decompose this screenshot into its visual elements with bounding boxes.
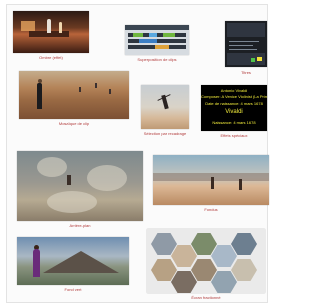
distant-figure: [95, 83, 97, 88]
timeline-clip: [149, 33, 157, 37]
timeline-track: [128, 39, 186, 43]
blur-spot: [37, 157, 67, 177]
hex-cell: [191, 259, 217, 281]
distant-figure: [109, 89, 111, 94]
credits-line: Composer: A Venice Violinist (La Primave…: [201, 94, 267, 99]
color-swatch: [257, 57, 262, 61]
person-figure: [33, 249, 40, 277]
thumbnail-split-screen[interactable]: [147, 229, 265, 293]
hex-cell: [151, 259, 177, 281]
thumbnail-credits[interactable]: Antonio Vivaldi Composer: A Venice Violi…: [201, 85, 267, 131]
timeline-clip: [139, 39, 157, 43]
thumbnail-blur[interactable]: [17, 151, 143, 221]
hex-cell: [231, 233, 257, 255]
credits-line: Antonio Vivaldi: [220, 88, 248, 93]
text-line: [229, 41, 259, 42]
text-line: [229, 45, 253, 46]
person-figure: [239, 179, 242, 190]
thumbnail-desert[interactable]: [19, 71, 129, 119]
hex-cell: [171, 245, 197, 267]
performer-figure: [47, 19, 51, 33]
credits-line: Naissance: 4 mars 1678: [212, 120, 256, 125]
thumbnail-green-screen[interactable]: [17, 237, 129, 285]
timeline-clip: [155, 45, 169, 49]
mountain: [43, 251, 119, 273]
thumbnail-fade[interactable]: [153, 155, 269, 205]
timeline-clip: [133, 33, 143, 37]
person-figure: [211, 177, 214, 189]
hex-cell: [171, 271, 197, 293]
thumbnail-caption: Superposition de clips: [137, 57, 177, 62]
dancer-figure: [161, 94, 169, 110]
gallery-page: Ombre (effet) Superposition de clips Tit…: [6, 4, 269, 303]
credits-line: Vivaldi: [225, 109, 243, 115]
thumbnail-caption: Écran fractionné: [191, 295, 221, 300]
hex-cell: [231, 259, 257, 281]
hex-cell: [211, 245, 237, 267]
hex-cell: [151, 233, 177, 255]
hex-cell: [191, 233, 217, 255]
thumbnail-caption: Titres: [241, 70, 251, 75]
blur-spot: [87, 165, 127, 191]
person-figure: [37, 83, 42, 109]
person-figure: [67, 175, 71, 185]
stage-light: [21, 21, 35, 31]
thumbnail-night-stage[interactable]: [13, 11, 89, 53]
timeline-clip: [163, 33, 175, 37]
performer-figure: [59, 22, 62, 33]
thumbnail-caption: Mosaïque de clip: [58, 121, 90, 126]
thumbnail-caption: Sélection par recadrage: [143, 131, 187, 136]
thumbnail-caption: Fond vert: [64, 287, 82, 292]
distant-figure: [79, 87, 81, 92]
thumbnail-caption: Fondus: [204, 207, 218, 212]
credits-line: Date de naissance: 4 mars 1678: [205, 101, 263, 106]
thumbnail-beach-dancer[interactable]: [141, 85, 189, 129]
thumbnail-titles-editor[interactable]: [225, 21, 267, 67]
hex-cell: [211, 271, 237, 293]
thumbnail-timeline[interactable]: [125, 25, 189, 55]
thumbnail-caption: Arrière-plan: [69, 223, 91, 228]
editor-panel: [227, 23, 265, 37]
timeline-toolbar: [125, 25, 189, 30]
blur-spot: [47, 191, 97, 213]
thumbnail-caption: Effets spéciaux: [220, 133, 248, 138]
color-swatch: [251, 58, 255, 62]
text-line: [229, 49, 257, 50]
thumbnail-caption: Ombre (effet): [39, 55, 63, 60]
